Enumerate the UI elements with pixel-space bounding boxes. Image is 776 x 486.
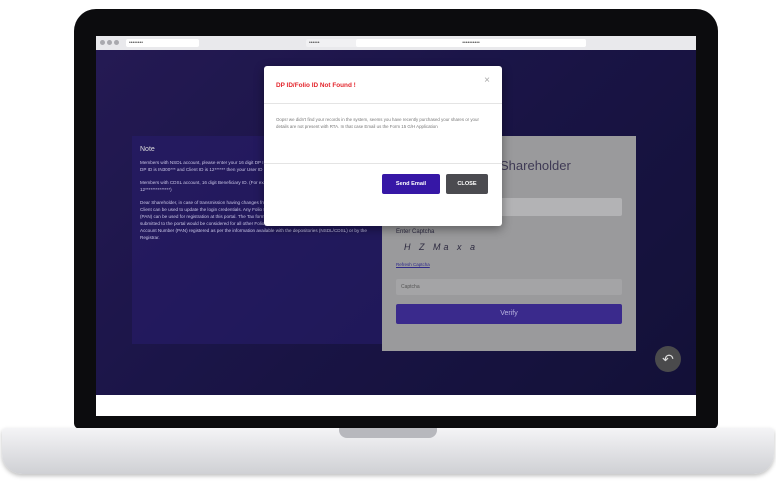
send-email-button[interactable]: Send Email [382,174,440,194]
verify-button[interactable]: Verify [396,304,622,324]
address-bar[interactable]: •••••••••• [356,39,586,47]
form-title: Shareholder [500,158,571,173]
screen: •••••••• •••••• •••••••••• Note Members … [96,36,696,416]
window-close-icon[interactable] [100,40,105,45]
undo-icon[interactable]: ↶ [655,346,681,372]
laptop-notch [339,428,437,438]
window-minimize-icon[interactable] [107,40,112,45]
modal-message: Oops! we didn't find your records in the… [276,117,479,129]
modal-divider [264,163,502,164]
page-footer [96,395,696,416]
browser-tab[interactable]: •••••••• [126,39,199,47]
browser-toolbar: •••••••• •••••• •••••••••• [96,36,696,51]
refresh-captcha-link[interactable]: Refresh Captcha [396,262,430,267]
modal-title: DP ID/Folio ID Not Found ! [276,82,356,89]
close-button[interactable]: CLOSE [446,174,488,194]
close-icon[interactable]: × [484,75,490,86]
not-found-modal: DP ID/Folio ID Not Found ! × Oops! we di… [264,66,502,226]
window-maximize-icon[interactable] [114,40,119,45]
captcha-image: H Z Ma x a [404,242,479,252]
modal-divider [264,103,502,104]
captcha-input[interactable]: Captcha [396,279,622,295]
captcha-label: Enter Captcha [396,229,435,235]
